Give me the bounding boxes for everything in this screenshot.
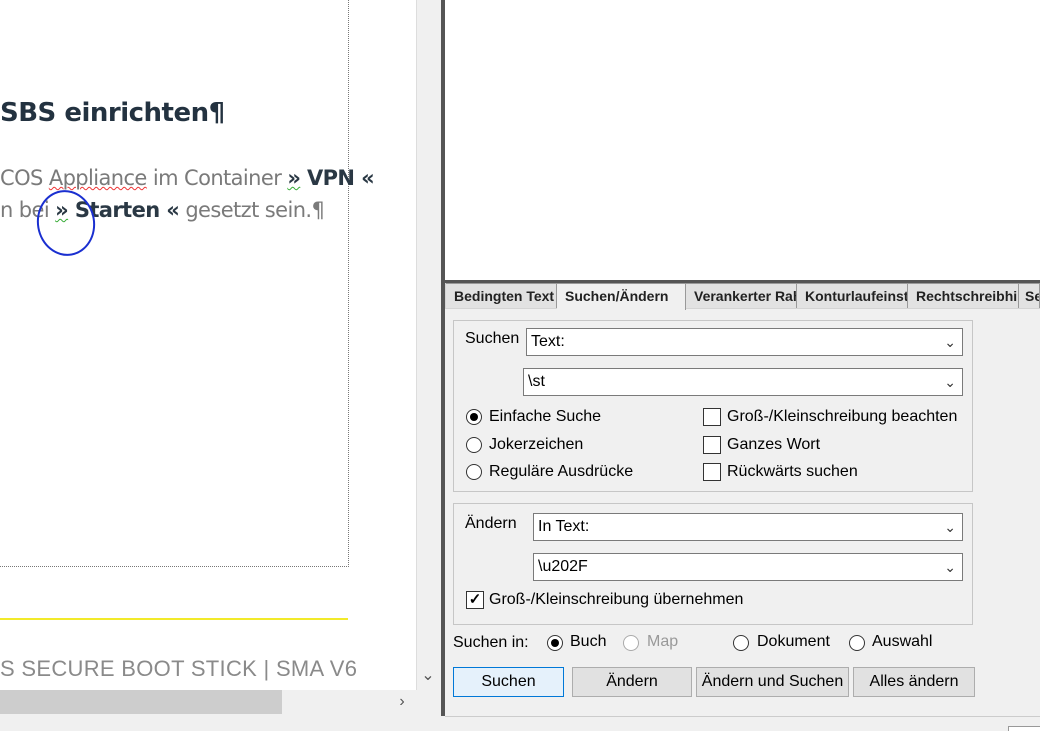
- tab-find-change[interactable]: Suchen/Ändern: [557, 283, 686, 310]
- scope-document-label[interactable]: Dokument: [757, 633, 830, 651]
- regex-label[interactable]: Reguläre Ausdrücke: [489, 463, 633, 481]
- document-heading[interactable]: SBS einrichten¶: [0, 98, 225, 128]
- chevron-down-icon[interactable]: ⌄: [944, 369, 956, 395]
- tab-anchored-frame[interactable]: Verankerter Rahmen: [686, 283, 797, 308]
- page-frame: [0, 0, 349, 567]
- radio-wildcards[interactable]: [466, 437, 482, 453]
- radio-scope-book[interactable]: [547, 635, 563, 651]
- radio-simple-search[interactable]: [466, 409, 482, 425]
- scope-selection-label[interactable]: Auswahl: [872, 633, 932, 651]
- whole-word-label[interactable]: Ganzes Wort: [727, 436, 820, 454]
- tab-spelling[interactable]: Rechtschreibhilfe: [908, 283, 1019, 308]
- radio-scope-map: [623, 635, 639, 651]
- text-span: gesetzt sein.¶: [179, 198, 325, 222]
- change-button[interactable]: Ändern: [572, 667, 692, 697]
- text-span-bold: VPN «: [300, 166, 375, 190]
- text-span-misspelled: Appliance: [48, 166, 148, 190]
- document-line-1[interactable]: COS Appliance im Container » VPN «: [0, 166, 375, 190]
- tab-more[interactable]: Se: [1019, 283, 1040, 308]
- replace-mode-value: In Text:: [538, 518, 590, 535]
- radio-scope-document[interactable]: [733, 635, 749, 651]
- radio-regex[interactable]: [466, 464, 482, 480]
- change-and-find-button[interactable]: Ändern und Suchen: [696, 667, 849, 697]
- search-label: Suchen: [465, 330, 520, 347]
- replace-label: Ändern: [465, 515, 517, 532]
- simple-search-label[interactable]: Einfache Suche: [489, 408, 601, 426]
- page-footer: S SECURE BOOT STICK | SMA V6: [0, 656, 358, 681]
- search-input[interactable]: \st ⌄: [523, 368, 963, 396]
- checkbox-whole-word[interactable]: [703, 436, 721, 454]
- checkbox-backwards[interactable]: [703, 463, 721, 481]
- status-bar: [445, 716, 1040, 731]
- search-mode-value: Text:: [531, 333, 565, 350]
- chevron-down-icon[interactable]: ⌄: [416, 662, 440, 690]
- change-all-button[interactable]: Alles ändern: [853, 667, 975, 697]
- replace-input[interactable]: \u202F ⌄: [533, 553, 963, 581]
- text-span: im Container: [146, 166, 288, 190]
- chevron-down-icon[interactable]: ⌄: [944, 554, 956, 580]
- search-mode-select[interactable]: Text: ⌄: [526, 328, 963, 356]
- chevron-down-icon[interactable]: ⌄: [944, 514, 956, 540]
- keep-case-label[interactable]: Groß-/Kleinschreibung übernehmen: [489, 591, 743, 609]
- vertical-scrollbar[interactable]: [416, 0, 441, 690]
- resize-grip[interactable]: [1008, 726, 1040, 731]
- checkbox-match-case[interactable]: [703, 408, 721, 426]
- horizontal-scroll-thumb[interactable]: [0, 690, 282, 714]
- find-button[interactable]: Suchen: [453, 667, 564, 697]
- radio-scope-selection[interactable]: [849, 635, 865, 651]
- search-in-label: Suchen in:: [453, 634, 529, 651]
- replace-mode-select[interactable]: In Text: ⌄: [533, 513, 963, 541]
- scope-book-label[interactable]: Buch: [570, 633, 606, 651]
- scope-map-label: Map: [647, 633, 679, 650]
- chevron-right-icon[interactable]: ›: [388, 690, 416, 714]
- wildcards-label[interactable]: Jokerzeichen: [489, 436, 583, 454]
- backwards-label[interactable]: Rückwärts suchen: [727, 463, 858, 481]
- search-query-value: \st: [528, 373, 545, 390]
- tab-text-wrap[interactable]: Konturlaufeinstellungen: [797, 283, 908, 308]
- upper-panel: [445, 0, 1040, 280]
- checkbox-keep-case[interactable]: ✓: [466, 591, 484, 609]
- text-span: COS: [0, 166, 49, 190]
- tab-conditional-text[interactable]: Bedingten Text: [446, 283, 557, 308]
- quote-mark: »: [287, 166, 301, 190]
- match-case-label[interactable]: Groß-/Kleinschreibung beachten: [727, 408, 957, 426]
- replace-value: \u202F: [538, 558, 588, 575]
- chevron-down-icon[interactable]: ⌄: [944, 329, 956, 355]
- footer-rule: [0, 618, 348, 620]
